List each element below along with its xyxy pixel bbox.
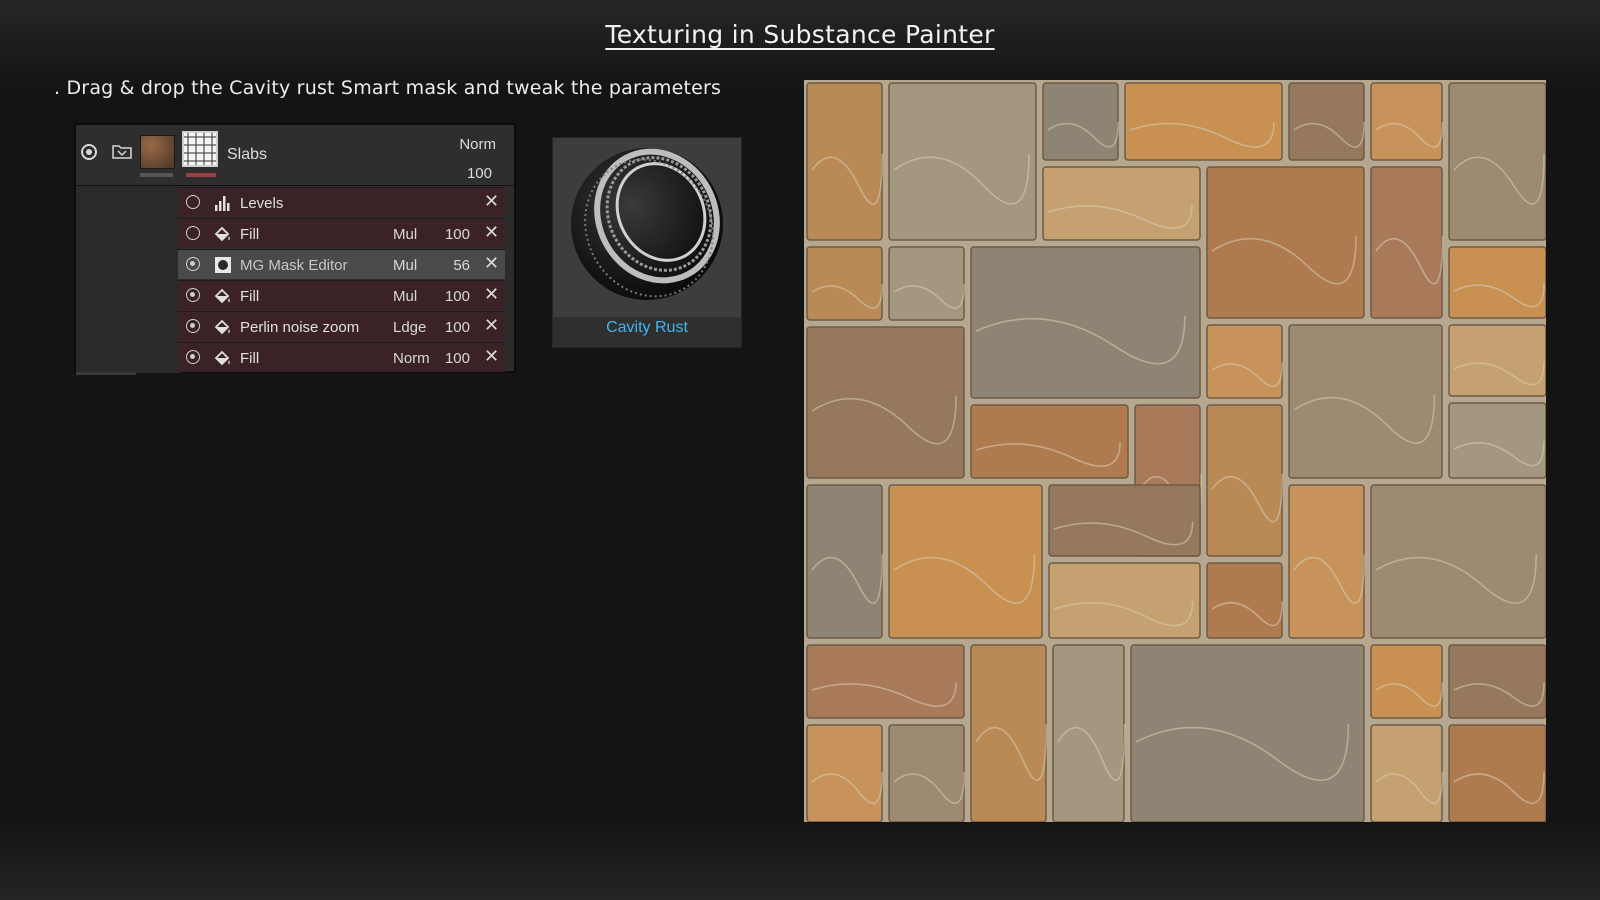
close-icon[interactable]: ✕ bbox=[484, 346, 499, 367]
stone-slab bbox=[1130, 644, 1365, 822]
smart-mask-label: Cavity Rust bbox=[606, 319, 688, 336]
effect-name: Fill bbox=[240, 350, 260, 367]
stone-slab bbox=[806, 484, 883, 639]
stone-slab bbox=[1448, 644, 1546, 719]
stone-slab bbox=[806, 82, 883, 241]
effect-blend-mode[interactable]: Mul bbox=[393, 257, 417, 274]
effect-name: MG Mask Editor bbox=[240, 257, 348, 274]
effect-visibility-toggle[interactable] bbox=[186, 319, 200, 333]
stone-slab bbox=[1370, 644, 1443, 719]
instruction-text: . Drag & drop the Cavity rust Smart mask… bbox=[54, 77, 722, 99]
effect-visibility-toggle[interactable] bbox=[186, 350, 200, 364]
stone-slab bbox=[888, 246, 965, 321]
effect-row-fill[interactable]: Fill Mul 100 ✕ bbox=[178, 218, 505, 248]
effect-name: Perlin noise zoom bbox=[240, 319, 360, 336]
effect-row-perlin-noise-zoom[interactable]: Perlin noise zoom Ldge 100 ✕ bbox=[178, 311, 505, 341]
effect-visibility-toggle[interactable] bbox=[186, 257, 200, 271]
sphere-preview-icon bbox=[571, 148, 723, 300]
close-icon[interactable]: ✕ bbox=[484, 284, 499, 305]
stone-slab bbox=[1124, 82, 1283, 161]
close-icon[interactable]: ✕ bbox=[484, 222, 499, 243]
effect-name: Fill bbox=[240, 288, 260, 305]
stone-slab bbox=[806, 644, 965, 719]
effect-visibility-toggle[interactable] bbox=[186, 226, 200, 240]
stone-slab bbox=[1288, 82, 1365, 161]
stone-slab bbox=[1042, 166, 1201, 241]
effect-name: Fill bbox=[240, 226, 260, 243]
stone-slab bbox=[1048, 562, 1201, 639]
fill-bucket-icon bbox=[214, 288, 230, 304]
layer-blend-mode[interactable]: Norm bbox=[459, 136, 496, 153]
folder-icon[interactable] bbox=[112, 143, 132, 159]
effect-row-fill[interactable]: Fill Norm 100 ✕ bbox=[178, 342, 505, 372]
layer-name: Slabs bbox=[227, 146, 268, 163]
effect-opacity[interactable]: 100 bbox=[442, 288, 470, 305]
stone-slab bbox=[1288, 484, 1365, 639]
stone-slab bbox=[1448, 724, 1546, 822]
stone-slab bbox=[1448, 402, 1546, 479]
layer-opacity[interactable]: 100 bbox=[467, 165, 492, 182]
generator-icon bbox=[215, 257, 231, 273]
effect-opacity[interactable]: 100 bbox=[442, 319, 470, 336]
stone-slab bbox=[1206, 324, 1283, 399]
effect-opacity[interactable]: 56 bbox=[442, 257, 470, 274]
close-icon[interactable]: ✕ bbox=[484, 191, 499, 212]
stone-slab bbox=[806, 246, 883, 321]
effect-blend-mode[interactable]: Mul bbox=[393, 288, 417, 305]
effect-row-fill[interactable]: Fill Mul 100 ✕ bbox=[178, 280, 505, 310]
effect-blend-mode[interactable]: Ldge bbox=[393, 319, 426, 336]
layer-indent-strip bbox=[76, 187, 181, 373]
stone-slab bbox=[1370, 82, 1443, 161]
stone-slab bbox=[806, 724, 883, 822]
layer-texture-thumbnail[interactable] bbox=[140, 135, 175, 169]
texture-viewport[interactable] bbox=[804, 80, 1546, 822]
effect-visibility-toggle[interactable] bbox=[186, 288, 200, 302]
stone-slab-texture bbox=[804, 80, 1546, 822]
effect-opacity[interactable]: 100 bbox=[442, 226, 470, 243]
effect-opacity[interactable]: 100 bbox=[442, 350, 470, 367]
stone-slab bbox=[1042, 82, 1119, 161]
panel-scroll-shade bbox=[76, 372, 136, 375]
layer-row-slabs[interactable]: Slabs Norm 100 bbox=[76, 125, 514, 186]
levels-icon bbox=[215, 196, 230, 211]
texture-thumbnail-bar bbox=[140, 173, 173, 177]
effect-blend-mode[interactable]: Norm bbox=[393, 350, 430, 367]
smart-mask-card[interactable]: Cavity Rust bbox=[552, 137, 742, 348]
close-icon[interactable]: ✕ bbox=[484, 253, 499, 274]
stone-slab bbox=[888, 724, 965, 822]
layer-visibility-toggle[interactable] bbox=[81, 144, 97, 160]
stone-slab bbox=[970, 246, 1201, 399]
smart-mask-preview bbox=[553, 138, 741, 317]
close-icon[interactable]: ✕ bbox=[484, 315, 499, 336]
stone-slab bbox=[1370, 724, 1443, 822]
stone-slab bbox=[1206, 562, 1283, 639]
effect-visibility-toggle[interactable] bbox=[186, 195, 200, 209]
slide-title: Texturing in Substance Painter bbox=[605, 20, 995, 49]
layer-stack-panel: Slabs Norm 100 Levels ✕ Fill Mul 100 ✕ M… bbox=[74, 123, 516, 375]
fill-bucket-icon bbox=[214, 319, 230, 335]
stone-slab bbox=[1206, 404, 1283, 557]
fill-bucket-icon bbox=[214, 350, 230, 366]
layer-mask-thumbnail[interactable] bbox=[182, 131, 218, 167]
fill-bucket-icon bbox=[214, 226, 230, 242]
stone-slab bbox=[970, 404, 1129, 479]
mask-thumbnail-bar bbox=[186, 173, 216, 177]
effect-name: Levels bbox=[240, 195, 284, 212]
effect-row-mg-mask-editor[interactable]: MG Mask Editor Mul 56 ✕ bbox=[178, 249, 505, 279]
effect-row-levels[interactable]: Levels ✕ bbox=[178, 187, 505, 217]
effect-blend-mode[interactable]: Mul bbox=[393, 226, 417, 243]
stone-slab bbox=[1370, 166, 1443, 319]
